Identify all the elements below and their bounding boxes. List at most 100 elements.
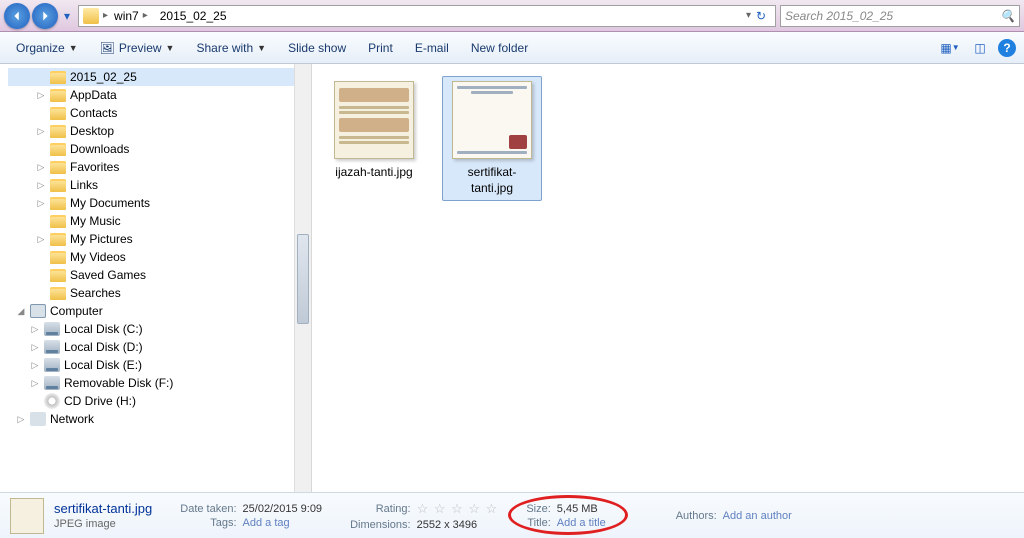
authors-label: Authors: (676, 510, 717, 522)
preview-menu[interactable]: 🖼Preview▼ (92, 37, 183, 59)
tree-node[interactable]: Contacts (8, 104, 311, 122)
navigation-tree[interactable]: 2015_02_25 ▷AppData Contacts ▷Desktop Do… (0, 64, 312, 492)
network-icon (30, 412, 46, 426)
details-primary: sertifikat-tanti.jpg JPEG image (54, 501, 152, 530)
authors-value[interactable]: Add an author (723, 510, 792, 522)
tree-node-drive[interactable]: ▷Removable Disk (F:) (8, 374, 311, 392)
folder-icon (50, 71, 66, 84)
tree-node[interactable]: ▷My Pictures (8, 230, 311, 248)
folder-icon (50, 251, 66, 264)
expand-icon[interactable]: ▷ (36, 90, 46, 101)
tree-node-current[interactable]: 2015_02_25 (8, 68, 311, 86)
tree-node-drive[interactable]: ▷Local Disk (C:) (8, 320, 311, 338)
rating-stars[interactable]: ☆ ☆ ☆ ☆ ☆ (417, 501, 499, 517)
search-input[interactable]: Search 2015_02_25 🔍 (780, 5, 1020, 27)
share-menu[interactable]: Share with▼ (188, 37, 274, 59)
folder-icon (50, 143, 66, 156)
file-list[interactable]: ijazah-tanti.jpg sertifikat-tanti.jpg (312, 64, 1024, 492)
search-icon: 🔍 (1000, 9, 1015, 23)
tree-node[interactable]: My Videos (8, 248, 311, 266)
expand-icon[interactable]: ▷ (30, 324, 40, 335)
file-name: ijazah-tanti.jpg (329, 165, 419, 181)
folder-icon (83, 8, 99, 24)
email-button[interactable]: E-mail (407, 37, 457, 59)
file-name: sertifikat-tanti.jpg (447, 165, 537, 196)
tree-node-computer[interactable]: ◢Computer (8, 302, 311, 320)
tree-node[interactable]: ▷My Documents (8, 194, 311, 212)
details-pane: sertifikat-tanti.jpg JPEG image Date tak… (0, 492, 1024, 538)
tree-node[interactable]: Downloads (8, 140, 311, 158)
tree-node-network[interactable]: ▷Network (8, 410, 311, 428)
search-placeholder: Search 2015_02_25 (785, 9, 893, 23)
size-label: Size: (526, 503, 550, 515)
chevron-down-icon: ▼ (69, 43, 78, 53)
breadcrumb[interactable]: ▸ win7▸ 2015_02_25 ▾ ↻ (78, 5, 776, 27)
main-area: 2015_02_25 ▷AppData Contacts ▷Desktop Do… (0, 64, 1024, 492)
title-label: Title: (526, 517, 550, 529)
history-dropdown[interactable]: ▾ (60, 3, 74, 29)
folder-icon (50, 89, 66, 102)
file-thumbnail (334, 81, 414, 159)
file-thumbnail (452, 81, 532, 159)
folder-icon (50, 287, 66, 300)
tree-node[interactable]: ▷Favorites (8, 158, 311, 176)
tree-node-drive[interactable]: ▷Local Disk (D:) (8, 338, 311, 356)
expand-icon[interactable]: ▷ (36, 198, 46, 209)
title-value[interactable]: Add a title (557, 517, 606, 529)
computer-icon (30, 304, 46, 318)
chevron-right-icon: ▸ (143, 10, 148, 21)
tree-node-drive[interactable]: CD Drive (H:) (8, 392, 311, 410)
drive-icon (44, 376, 60, 390)
back-button[interactable] (4, 3, 30, 29)
tags-value[interactable]: Add a tag (243, 517, 323, 529)
view-options-button[interactable]: ▦ ▼ (938, 36, 962, 60)
scrollbar-thumb[interactable] (297, 234, 309, 324)
tree-node[interactable]: ▷Desktop (8, 122, 311, 140)
tree-node[interactable]: ▷AppData (8, 86, 311, 104)
slideshow-button[interactable]: Slide show (280, 37, 354, 59)
tree-scrollbar[interactable] (294, 64, 311, 492)
breadcrumb-seg-folder[interactable]: 2015_02_25 (154, 9, 233, 23)
dimensions-value: 2552 x 3496 (417, 519, 499, 531)
cd-drive-icon (44, 393, 60, 409)
help-button[interactable]: ? (998, 39, 1016, 57)
expand-icon[interactable]: ▷ (16, 414, 26, 425)
print-button[interactable]: Print (360, 37, 401, 59)
organize-menu[interactable]: Organize▼ (8, 37, 86, 59)
expand-icon[interactable]: ▷ (36, 126, 46, 137)
forward-button[interactable] (32, 3, 58, 29)
chevron-down-icon: ▼ (166, 43, 175, 53)
tree-node[interactable]: Saved Games (8, 266, 311, 284)
tree-node[interactable]: Searches (8, 284, 311, 302)
refresh-button[interactable]: ↻ (751, 9, 771, 23)
arrow-left-icon (10, 9, 24, 23)
details-thumbnail (10, 498, 44, 534)
folder-icon (50, 107, 66, 120)
arrow-right-icon (38, 9, 52, 23)
breadcrumb-seg-win7[interactable]: win7 ▸ (108, 9, 154, 23)
date-taken-label: Date taken: (180, 503, 236, 515)
file-item-selected[interactable]: sertifikat-tanti.jpg (442, 76, 542, 201)
tags-label: Tags: (180, 517, 236, 529)
size-value: 5,45 MB (557, 503, 606, 515)
tree-node[interactable]: ▷Links (8, 176, 311, 194)
expand-icon[interactable]: ▷ (36, 234, 46, 245)
dimensions-label: Dimensions: (350, 519, 411, 531)
preview-pane-button[interactable]: ◫ (968, 36, 992, 60)
date-taken-value[interactable]: 25/02/2015 9:09 (243, 503, 323, 515)
expand-icon[interactable]: ▷ (30, 378, 40, 389)
photo-icon (509, 135, 527, 149)
expand-icon[interactable]: ▷ (30, 342, 40, 353)
collapse-icon[interactable]: ◢ (16, 306, 26, 317)
tree-node-drive[interactable]: ▷Local Disk (E:) (8, 356, 311, 374)
new-folder-button[interactable]: New folder (463, 37, 536, 59)
tree-node[interactable]: My Music (8, 212, 311, 230)
expand-icon[interactable]: ▷ (30, 360, 40, 371)
details-filetype: JPEG image (54, 518, 152, 530)
file-item[interactable]: ijazah-tanti.jpg (324, 76, 424, 186)
expand-icon[interactable]: ▷ (36, 162, 46, 173)
expand-icon[interactable]: ▷ (36, 180, 46, 191)
folder-icon (50, 215, 66, 228)
breadcrumb-label: win7 (114, 9, 139, 23)
annotation-ellipse (508, 495, 628, 535)
